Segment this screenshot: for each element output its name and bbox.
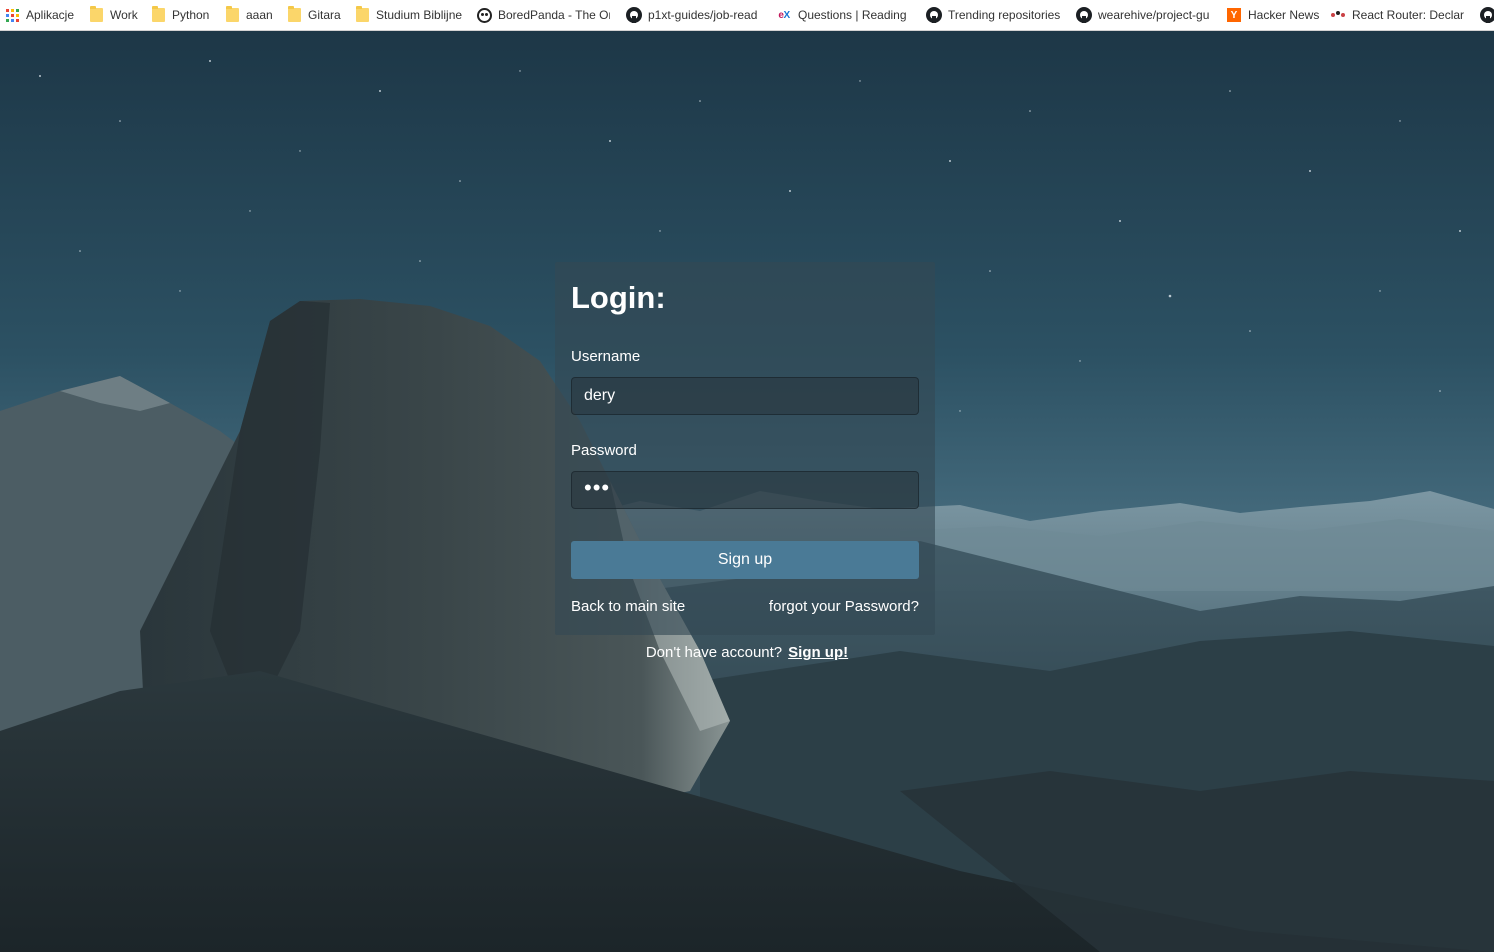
bookmark-work[interactable]: Work: [84, 0, 150, 30]
github-icon: [1076, 7, 1092, 23]
bookmark-label: Work: [110, 8, 138, 22]
bookmark-trending-repositories[interactable]: Trending repositories: [926, 0, 1076, 30]
username-label: Username: [571, 348, 641, 365]
bookmark-label: React Router: Declara: [1352, 8, 1464, 22]
back-to-main-site-link[interactable]: Back to main site: [571, 598, 685, 615]
no-account-text: Don't have account?: [645, 644, 783, 661]
bookmark-boredpanda[interactable]: BoredPanda - The Or: [476, 0, 626, 30]
bookmark-aplikacje[interactable]: Aplikacje: [0, 0, 84, 30]
bookmark-edx-questions[interactable]: eX Questions | Reading: [776, 0, 926, 30]
bookmark-react-router[interactable]: React Router: Declara: [1330, 0, 1480, 30]
bookmark-label: Studium Biblijne: [376, 8, 463, 22]
bookmark-label: Aplikacje: [26, 8, 75, 22]
password-label: Password: [571, 442, 637, 459]
password-value: •••: [584, 475, 611, 500]
bookmark-p1xt-guides[interactable]: p1xt-guides/job-read: [626, 0, 776, 30]
apps-grid-icon: [4, 7, 20, 23]
react-router-icon: [1330, 7, 1346, 23]
bookmark-label: Hacker News: [1248, 8, 1320, 22]
github-icon: [926, 7, 942, 23]
bookmark-label: wearehive/project-gu: [1098, 8, 1210, 22]
no-account-prompt: Don't have account? Sign up!: [0, 644, 1494, 661]
github-icon: [626, 7, 642, 23]
folder-icon: [286, 6, 302, 23]
bookmark-python[interactable]: Python: [150, 0, 224, 30]
panda-icon: [476, 7, 492, 23]
forgot-password-link[interactable]: forgot your Password?: [769, 598, 919, 615]
bookmark-gitara[interactable]: Gitara: [286, 0, 354, 30]
bookmark-label: Python: [172, 8, 210, 22]
password-field[interactable]: •••: [571, 471, 919, 509]
folder-icon: [88, 6, 104, 23]
bookmark-label: BoredPanda - The Or: [498, 8, 610, 22]
folder-icon: [224, 6, 240, 23]
folder-icon: [150, 6, 166, 23]
bookmark-github-overflow[interactable]: [1480, 0, 1494, 30]
bookmark-label: p1xt-guides/job-read: [648, 8, 758, 22]
bookmark-wearehive[interactable]: wearehive/project-gu: [1076, 0, 1226, 30]
bookmark-label: Gitara: [308, 8, 341, 22]
bookmark-label: Questions | Reading: [798, 8, 907, 22]
github-icon: [1480, 7, 1494, 23]
hacker-news-icon: Y: [1226, 7, 1242, 23]
login-title: Login:: [571, 280, 666, 315]
bookmark-studium-biblijne[interactable]: Studium Biblijne: [354, 0, 476, 30]
bookmarks-bar: Aplikacje Work Python aaan Gitara Studiu…: [0, 0, 1494, 31]
bookmark-hacker-news[interactable]: Y Hacker News: [1226, 0, 1330, 30]
folder-icon: [354, 6, 370, 23]
bookmark-aaan[interactable]: aaan: [224, 0, 286, 30]
username-value: dery: [584, 387, 616, 404]
edx-icon: eX: [778, 9, 790, 21]
username-field[interactable]: dery: [571, 377, 919, 415]
bookmark-label: aaan: [246, 8, 273, 22]
login-card: Login: Username dery Password ••• Sign u…: [555, 262, 935, 635]
sign-up-button[interactable]: Sign up: [571, 541, 919, 579]
bookmark-label: Trending repositories: [948, 8, 1060, 22]
sign-up-link[interactable]: Sign up!: [788, 644, 848, 661]
